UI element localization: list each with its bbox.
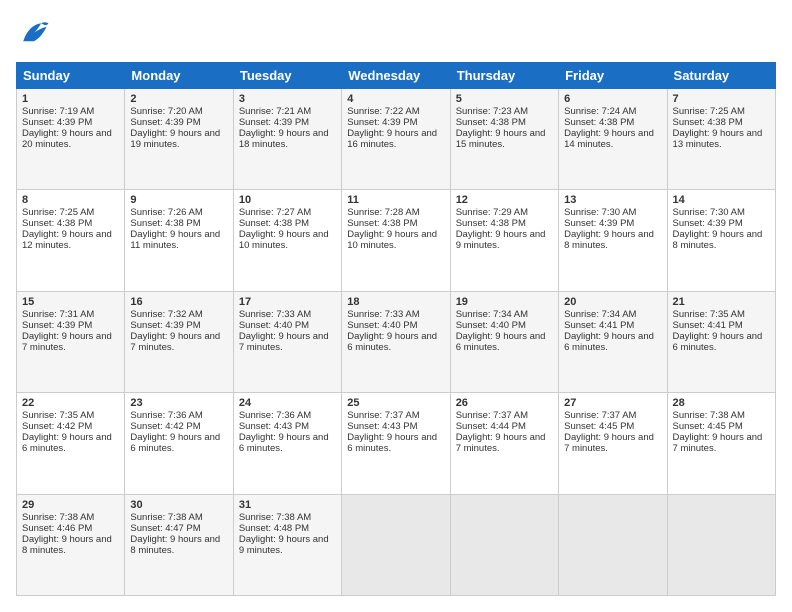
day-number: 29 [22, 499, 119, 511]
day-number: 27 [564, 397, 661, 409]
day-number: 21 [673, 296, 770, 308]
day-cell: 28Sunrise: 7:38 AMSunset: 4:45 PMDayligh… [667, 393, 775, 494]
day-number: 3 [239, 93, 336, 105]
day-cell [450, 494, 558, 595]
day-cell: 9Sunrise: 7:26 AMSunset: 4:38 PMDaylight… [125, 190, 233, 291]
col-header-thursday: Thursday [450, 63, 558, 89]
day-number: 30 [130, 499, 227, 511]
logo [16, 16, 56, 52]
day-number: 18 [347, 296, 444, 308]
day-number: 31 [239, 499, 336, 511]
day-cell: 30Sunrise: 7:38 AMSunset: 4:47 PMDayligh… [125, 494, 233, 595]
day-cell: 7Sunrise: 7:25 AMSunset: 4:38 PMDaylight… [667, 89, 775, 190]
day-number: 23 [130, 397, 227, 409]
col-header-wednesday: Wednesday [342, 63, 450, 89]
day-cell [667, 494, 775, 595]
day-cell: 17Sunrise: 7:33 AMSunset: 4:40 PMDayligh… [233, 291, 341, 392]
day-number: 1 [22, 93, 119, 105]
week-row-4: 22Sunrise: 7:35 AMSunset: 4:42 PMDayligh… [17, 393, 776, 494]
day-cell: 1Sunrise: 7:19 AMSunset: 4:39 PMDaylight… [17, 89, 125, 190]
day-cell: 20Sunrise: 7:34 AMSunset: 4:41 PMDayligh… [559, 291, 667, 392]
day-cell: 13Sunrise: 7:30 AMSunset: 4:39 PMDayligh… [559, 190, 667, 291]
day-cell: 24Sunrise: 7:36 AMSunset: 4:43 PMDayligh… [233, 393, 341, 494]
day-cell: 10Sunrise: 7:27 AMSunset: 4:38 PMDayligh… [233, 190, 341, 291]
day-cell: 2Sunrise: 7:20 AMSunset: 4:39 PMDaylight… [125, 89, 233, 190]
day-cell: 3Sunrise: 7:21 AMSunset: 4:39 PMDaylight… [233, 89, 341, 190]
day-number: 5 [456, 93, 553, 105]
day-cell [559, 494, 667, 595]
day-cell: 4Sunrise: 7:22 AMSunset: 4:39 PMDaylight… [342, 89, 450, 190]
day-cell: 8Sunrise: 7:25 AMSunset: 4:38 PMDaylight… [17, 190, 125, 291]
day-cell: 14Sunrise: 7:30 AMSunset: 4:39 PMDayligh… [667, 190, 775, 291]
day-number: 17 [239, 296, 336, 308]
day-number: 16 [130, 296, 227, 308]
day-cell: 5Sunrise: 7:23 AMSunset: 4:38 PMDaylight… [450, 89, 558, 190]
day-cell: 27Sunrise: 7:37 AMSunset: 4:45 PMDayligh… [559, 393, 667, 494]
day-cell: 12Sunrise: 7:29 AMSunset: 4:38 PMDayligh… [450, 190, 558, 291]
day-cell: 16Sunrise: 7:32 AMSunset: 4:39 PMDayligh… [125, 291, 233, 392]
col-header-saturday: Saturday [667, 63, 775, 89]
day-cell: 15Sunrise: 7:31 AMSunset: 4:39 PMDayligh… [17, 291, 125, 392]
page: SundayMondayTuesdayWednesdayThursdayFrid… [0, 0, 792, 612]
week-row-2: 8Sunrise: 7:25 AMSunset: 4:38 PMDaylight… [17, 190, 776, 291]
header-row: SundayMondayTuesdayWednesdayThursdayFrid… [17, 63, 776, 89]
header [16, 16, 776, 52]
day-number: 12 [456, 194, 553, 206]
day-number: 14 [673, 194, 770, 206]
week-row-1: 1Sunrise: 7:19 AMSunset: 4:39 PMDaylight… [17, 89, 776, 190]
col-header-sunday: Sunday [17, 63, 125, 89]
day-number: 19 [456, 296, 553, 308]
day-number: 6 [564, 93, 661, 105]
day-cell: 25Sunrise: 7:37 AMSunset: 4:43 PMDayligh… [342, 393, 450, 494]
day-cell: 29Sunrise: 7:38 AMSunset: 4:46 PMDayligh… [17, 494, 125, 595]
week-row-3: 15Sunrise: 7:31 AMSunset: 4:39 PMDayligh… [17, 291, 776, 392]
col-header-monday: Monday [125, 63, 233, 89]
col-header-friday: Friday [559, 63, 667, 89]
day-cell [342, 494, 450, 595]
day-cell: 21Sunrise: 7:35 AMSunset: 4:41 PMDayligh… [667, 291, 775, 392]
day-number: 15 [22, 296, 119, 308]
day-cell: 26Sunrise: 7:37 AMSunset: 4:44 PMDayligh… [450, 393, 558, 494]
calendar-table: SundayMondayTuesdayWednesdayThursdayFrid… [16, 62, 776, 596]
day-cell: 11Sunrise: 7:28 AMSunset: 4:38 PMDayligh… [342, 190, 450, 291]
day-number: 4 [347, 93, 444, 105]
day-cell: 22Sunrise: 7:35 AMSunset: 4:42 PMDayligh… [17, 393, 125, 494]
day-number: 7 [673, 93, 770, 105]
day-number: 24 [239, 397, 336, 409]
day-number: 13 [564, 194, 661, 206]
day-number: 2 [130, 93, 227, 105]
day-number: 28 [673, 397, 770, 409]
day-cell: 31Sunrise: 7:38 AMSunset: 4:48 PMDayligh… [233, 494, 341, 595]
day-number: 9 [130, 194, 227, 206]
day-cell: 6Sunrise: 7:24 AMSunset: 4:38 PMDaylight… [559, 89, 667, 190]
day-number: 26 [456, 397, 553, 409]
day-cell: 23Sunrise: 7:36 AMSunset: 4:42 PMDayligh… [125, 393, 233, 494]
day-number: 20 [564, 296, 661, 308]
day-number: 10 [239, 194, 336, 206]
day-number: 25 [347, 397, 444, 409]
day-number: 11 [347, 194, 444, 206]
day-number: 8 [22, 194, 119, 206]
week-row-5: 29Sunrise: 7:38 AMSunset: 4:46 PMDayligh… [17, 494, 776, 595]
day-number: 22 [22, 397, 119, 409]
day-cell: 18Sunrise: 7:33 AMSunset: 4:40 PMDayligh… [342, 291, 450, 392]
logo-icon [16, 16, 52, 52]
col-header-tuesday: Tuesday [233, 63, 341, 89]
day-cell: 19Sunrise: 7:34 AMSunset: 4:40 PMDayligh… [450, 291, 558, 392]
